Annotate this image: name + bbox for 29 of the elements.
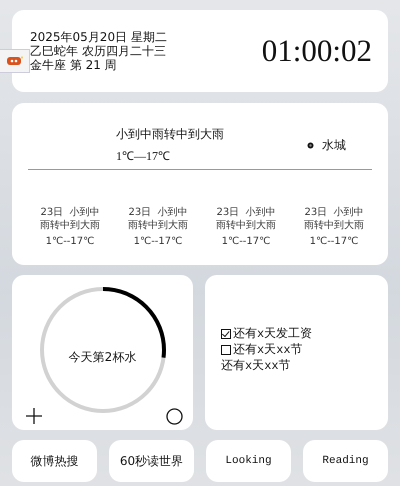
plus-icon[interactable]	[26, 408, 42, 424]
forecast-text: 23日 小到中雨转中到大雨	[215, 206, 277, 232]
location-dot-icon	[307, 142, 314, 148]
location-label: 水城	[322, 137, 346, 154]
floating-app-icon[interactable]	[0, 49, 30, 73]
circle-icon[interactable]	[166, 408, 183, 425]
forecast-range: 1℃--17℃	[310, 235, 358, 248]
forecast-text: 23日 小到中雨转中到大雨	[303, 206, 365, 232]
shortcut-button[interactable]: Reading	[303, 440, 388, 482]
water-count-label: 今天第2杯水	[68, 349, 138, 366]
date-line: 乙巳蛇年 农历四月二十三	[30, 44, 167, 58]
checkbox[interactable]	[221, 344, 231, 354]
forecast-text: 23日 小到中雨转中到大雨	[39, 206, 101, 232]
checkbox[interactable]	[221, 328, 231, 338]
weather-condition: 小到中雨转中到大雨	[116, 126, 224, 143]
forecast-range: 1℃--17℃	[222, 235, 270, 248]
forecast-range: 1℃--17℃	[46, 235, 94, 248]
reminder-text: 还有x天xx节	[233, 342, 303, 358]
date-line: 2025年05月20日 星期二	[30, 30, 167, 44]
clock-time: 01:00:02	[262, 32, 372, 70]
shortcut-button[interactable]: 60秒读世界	[109, 440, 194, 482]
shortcut-button[interactable]: Looking	[206, 440, 291, 482]
shortcut-button[interactable]: 微博热搜	[12, 440, 97, 482]
reminder-text: 还有x天xx节	[221, 358, 291, 374]
forecast-text: 23日 小到中雨转中到大雨	[127, 206, 189, 232]
forecast-range: 1℃--17℃	[134, 235, 182, 248]
temperature-range: 1℃—17℃	[116, 148, 171, 165]
reminder-text: 还有x天发工资	[233, 326, 312, 342]
date-line: 金牛座 第 21 周	[30, 58, 118, 72]
